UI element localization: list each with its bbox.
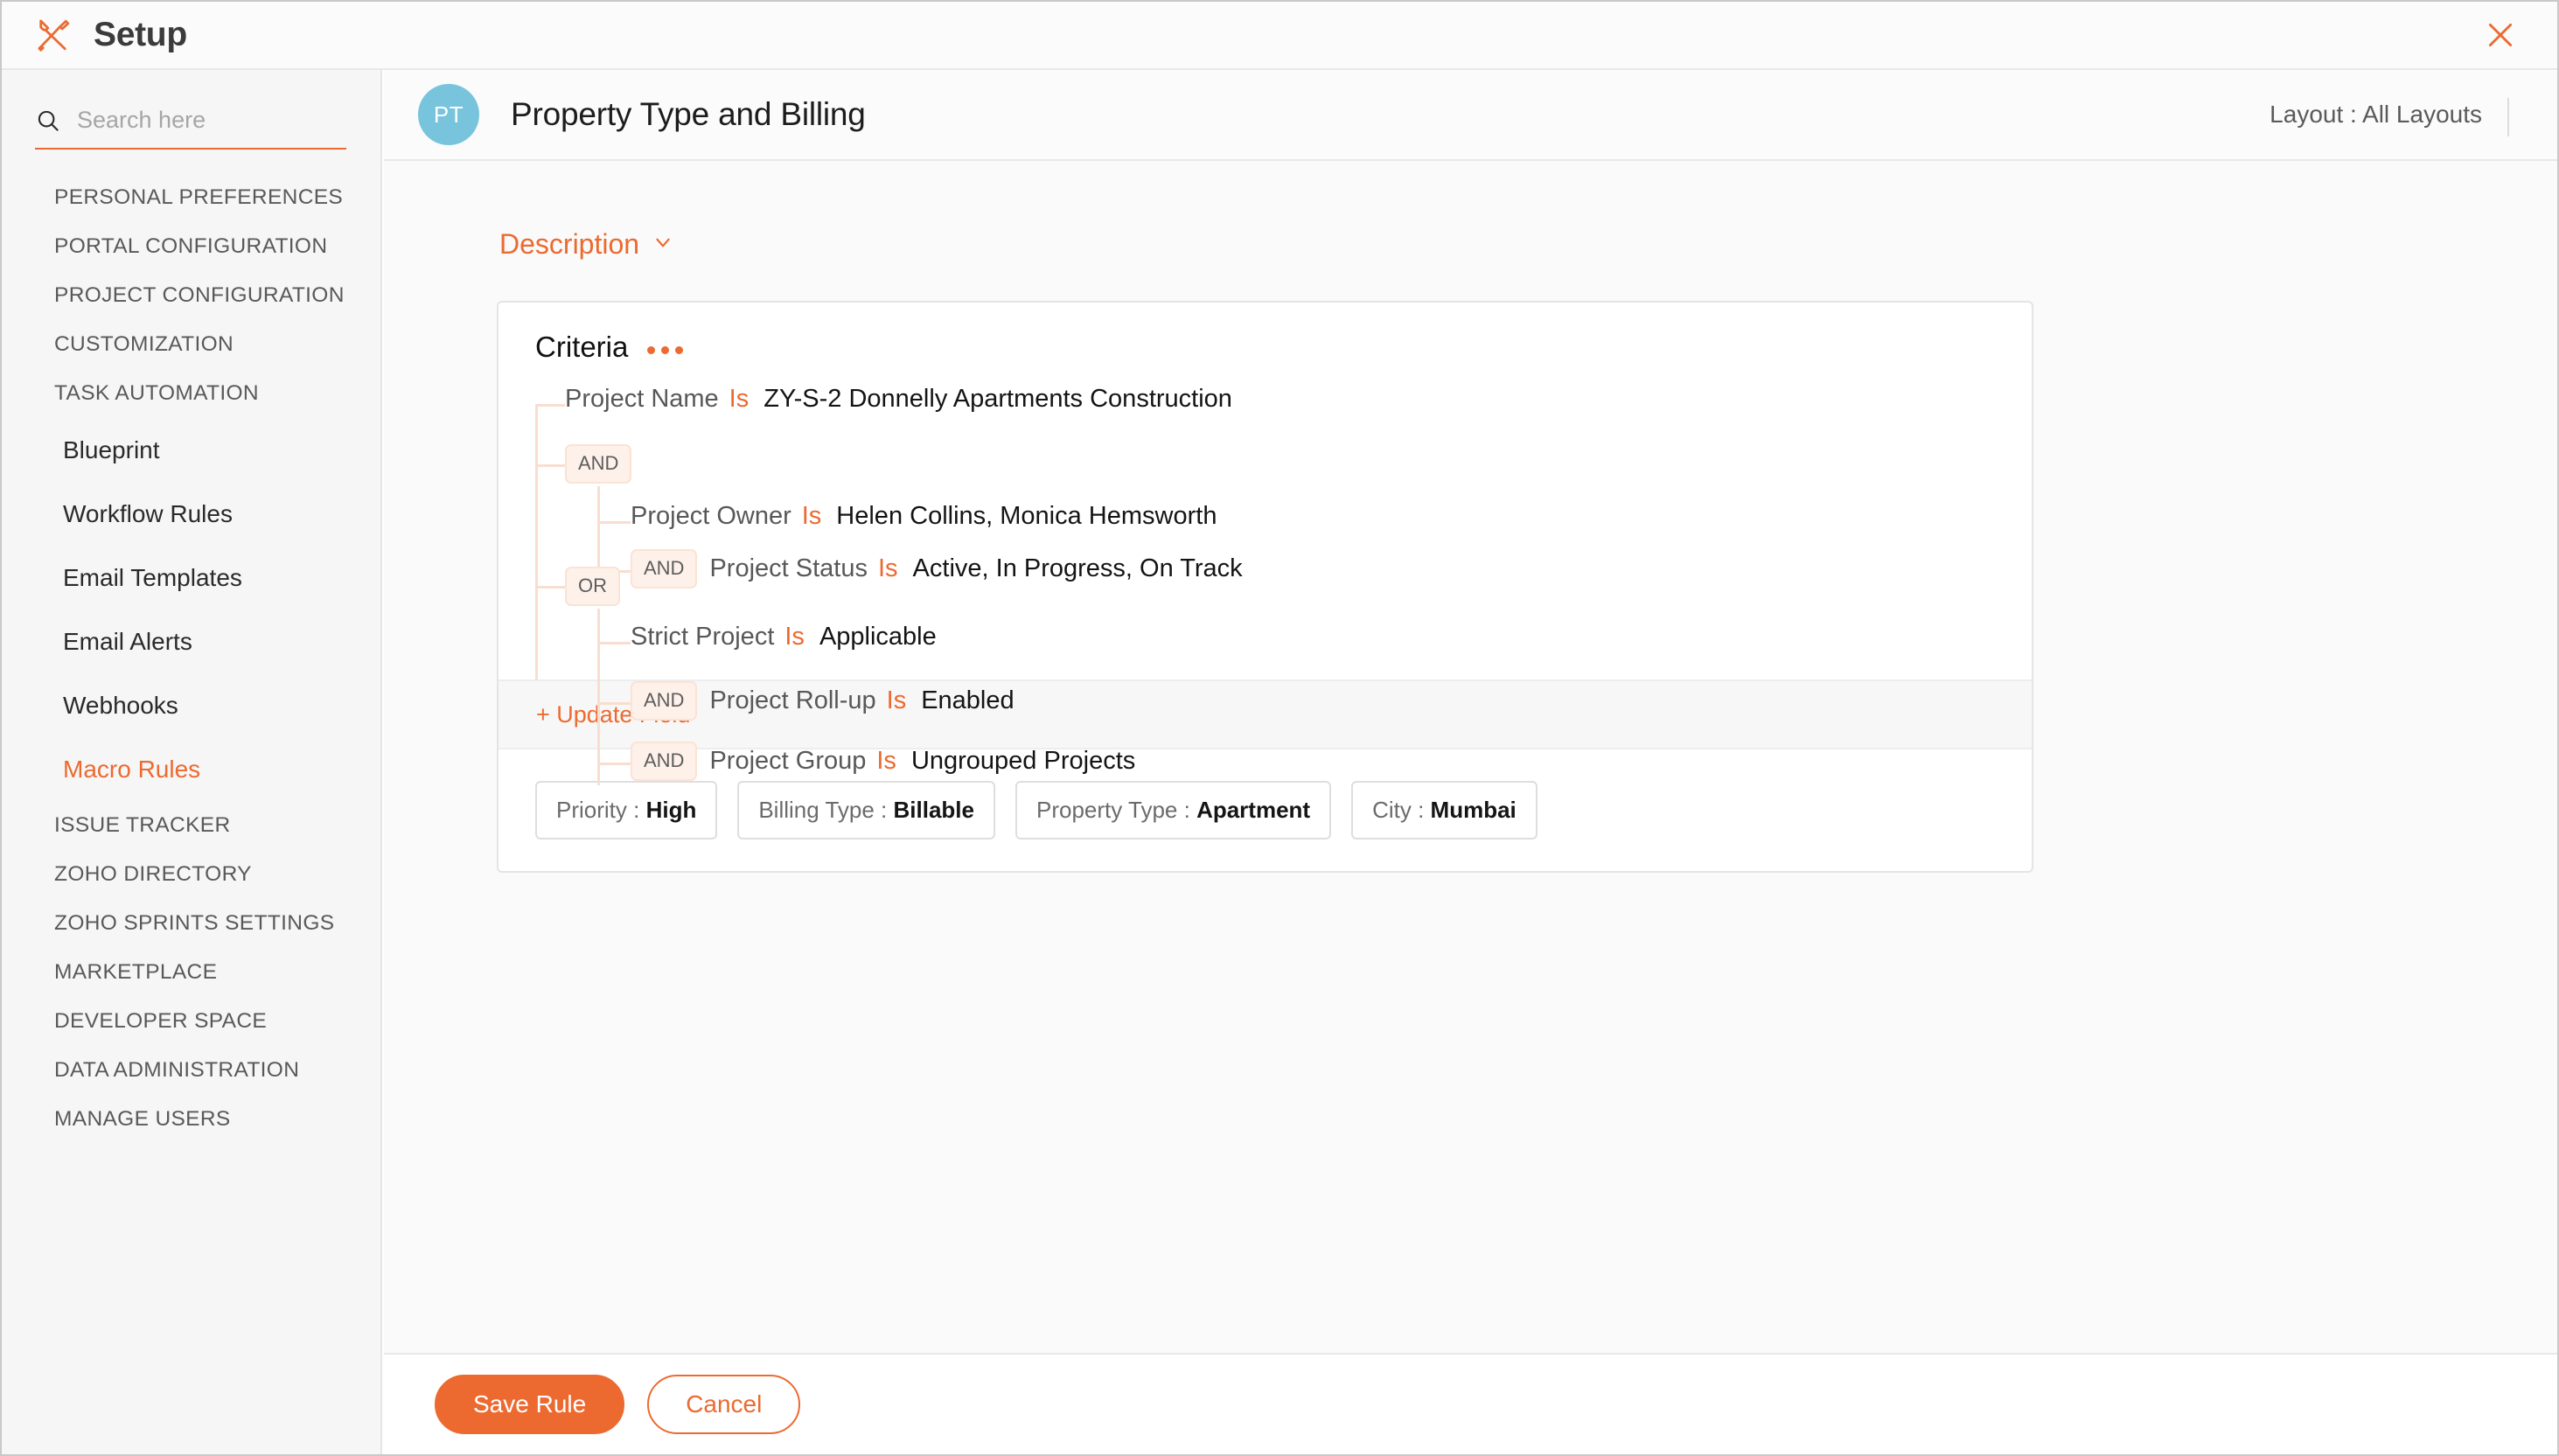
field-chip-value: Apartment xyxy=(1196,797,1310,823)
criteria-condition: Is xyxy=(887,686,907,715)
sidebar-nav: PERSONAL PREFERENCESPORTAL CONFIGURATION… xyxy=(2,173,380,1144)
header-divider xyxy=(2507,98,2509,136)
criteria-condition: Is xyxy=(729,385,750,414)
field-chip-label: Property Type : xyxy=(1036,797,1196,823)
tree-branch xyxy=(597,486,600,573)
field-chip-label: City : xyxy=(1372,797,1430,823)
criteria-field: Project Name xyxy=(565,385,719,414)
criteria-row[interactable]: AND Project Roll-up Is Enabled xyxy=(631,681,1015,721)
criteria-header: Criteria xyxy=(499,303,2032,364)
tree-connector xyxy=(535,404,565,407)
field-chip-label: Priority : xyxy=(556,797,646,823)
tree-connector xyxy=(597,763,631,765)
criteria-value: Applicable xyxy=(819,623,937,651)
criteria-row[interactable]: Project Name Is ZY-S-2 Donnelly Apartmen… xyxy=(565,385,1232,414)
more-options-icon[interactable] xyxy=(647,341,683,354)
sidebar-section-marketplace[interactable]: MARKETPLACE xyxy=(2,948,380,997)
criteria-field: Project Roll-up xyxy=(709,686,875,715)
criteria-value: Ungrouped Projects xyxy=(911,747,1135,776)
criteria-card: Criteria xyxy=(497,301,2033,873)
sidebar-section-data-administration[interactable]: DATA ADMINISTRATION xyxy=(2,1046,380,1095)
tree-connector xyxy=(597,702,631,705)
operator-badge: AND xyxy=(565,444,631,484)
close-icon[interactable] xyxy=(2477,11,2524,59)
field-chip[interactable]: Priority : High xyxy=(535,781,717,839)
criteria-title: Criteria xyxy=(535,331,628,364)
field-chip-value: High xyxy=(646,797,697,823)
chevron-down-icon xyxy=(652,228,674,261)
criteria-group-and[interactable]: AND xyxy=(565,444,644,484)
operator-badge: AND xyxy=(631,549,697,589)
window-title: Setup xyxy=(94,16,187,54)
criteria-condition: Is xyxy=(802,502,822,531)
criteria-row[interactable]: Strict Project Is Applicable xyxy=(631,623,937,651)
operator-badge: AND xyxy=(631,742,697,781)
description-label: Description xyxy=(499,228,639,261)
criteria-field: Project Group xyxy=(709,747,866,776)
tree-connector xyxy=(535,586,565,589)
sidebar-item-workflow-rules[interactable]: Workflow Rules xyxy=(2,482,380,546)
criteria-condition: Is xyxy=(876,747,896,776)
criteria-row[interactable]: AND Project Status Is Active, In Progres… xyxy=(631,549,1243,589)
setup-window: Setup PERSONAL PREFERENCESPORTAL CONFIGU… xyxy=(0,0,2559,1456)
cancel-button[interactable]: Cancel xyxy=(647,1375,800,1434)
sidebar-section-project-configuration[interactable]: PROJECT CONFIGURATION xyxy=(2,271,380,320)
tree-branch xyxy=(597,609,600,785)
search-icon xyxy=(35,108,61,134)
criteria-condition: Is xyxy=(878,554,898,583)
field-chip-value: Billable xyxy=(894,797,974,823)
criteria-condition: Is xyxy=(784,623,805,651)
field-chip-value: Mumbai xyxy=(1431,797,1517,823)
criteria-field: Project Owner xyxy=(631,502,791,531)
field-chip[interactable]: Billing Type : Billable xyxy=(737,781,995,839)
tree-trunk xyxy=(535,404,538,680)
criteria-value: Enabled xyxy=(921,686,1014,715)
sidebar-section-zoho-sprints-settings[interactable]: ZOHO SPRINTS SETTINGS xyxy=(2,899,380,948)
criteria-tree: Project Name Is ZY-S-2 Donnelly Apartmen… xyxy=(499,378,2032,679)
footer-actions: Save Rule Cancel xyxy=(384,1353,2557,1454)
sidebar-item-webhooks[interactable]: Webhooks xyxy=(2,673,380,737)
sidebar-section-manage-users[interactable]: MANAGE USERS xyxy=(2,1095,380,1144)
sidebar-item-email-alerts[interactable]: Email Alerts xyxy=(2,610,380,673)
field-chip[interactable]: Property Type : Apartment xyxy=(1015,781,1331,839)
criteria-value: ZY-S-2 Donnelly Apartments Construction xyxy=(764,385,1232,414)
tree-connector xyxy=(535,464,565,467)
save-rule-button[interactable]: Save Rule xyxy=(435,1375,624,1434)
content-header: PT Property Type and Billing Layout : Al… xyxy=(384,70,2557,161)
search-input[interactable] xyxy=(77,107,331,134)
criteria-field: Strict Project xyxy=(631,623,774,651)
tools-icon xyxy=(34,16,73,54)
criteria-field: Project Status xyxy=(709,554,868,583)
sidebar-section-developer-space[interactable]: DEVELOPER SPACE xyxy=(2,997,380,1046)
criteria-value: Helen Collins, Monica Hemsworth xyxy=(836,502,1217,531)
criteria-row[interactable]: Project Owner Is Helen Collins, Monica H… xyxy=(631,502,1217,531)
sidebar-section-issue-tracker[interactable]: ISSUE TRACKER xyxy=(2,801,380,850)
criteria-row[interactable]: AND Project Group Is Ungrouped Projects xyxy=(631,742,1135,781)
description-toggle[interactable]: Description xyxy=(499,228,674,261)
page-title: Property Type and Billing xyxy=(511,96,866,133)
sidebar-item-email-templates[interactable]: Email Templates xyxy=(2,546,380,610)
sidebar-section-customization[interactable]: CUSTOMIZATION xyxy=(2,320,380,369)
sidebar-section-portal-configuration[interactable]: PORTAL CONFIGURATION xyxy=(2,222,380,271)
sidebar-section-zoho-directory[interactable]: ZOHO DIRECTORY xyxy=(2,850,380,899)
sidebar-section-task-automation[interactable]: TASK AUTOMATION xyxy=(2,369,380,418)
field-chip-label: Billing Type : xyxy=(758,797,893,823)
operator-badge: OR xyxy=(565,567,620,606)
main-content: Description Criteria xyxy=(384,161,2557,1353)
tree-connector xyxy=(597,521,631,524)
sidebar-item-blueprint[interactable]: Blueprint xyxy=(2,418,380,482)
operator-badge: AND xyxy=(631,681,697,721)
criteria-group-or[interactable]: OR xyxy=(565,567,632,606)
tree-connector xyxy=(597,642,631,644)
field-chip[interactable]: City : Mumbai xyxy=(1351,781,1537,839)
avatar: PT xyxy=(418,84,479,145)
criteria-value: Active, In Progress, On Track xyxy=(913,554,1243,583)
layout-selector[interactable]: Layout : All Layouts xyxy=(2270,101,2482,129)
sidebar: PERSONAL PREFERENCESPORTAL CONFIGURATION… xyxy=(2,70,382,1454)
title-bar: Setup xyxy=(2,2,2557,70)
sidebar-section-personal-preferences[interactable]: PERSONAL PREFERENCES xyxy=(2,173,380,222)
sidebar-item-macro-rules[interactable]: Macro Rules xyxy=(2,737,380,801)
search-container xyxy=(35,107,346,150)
